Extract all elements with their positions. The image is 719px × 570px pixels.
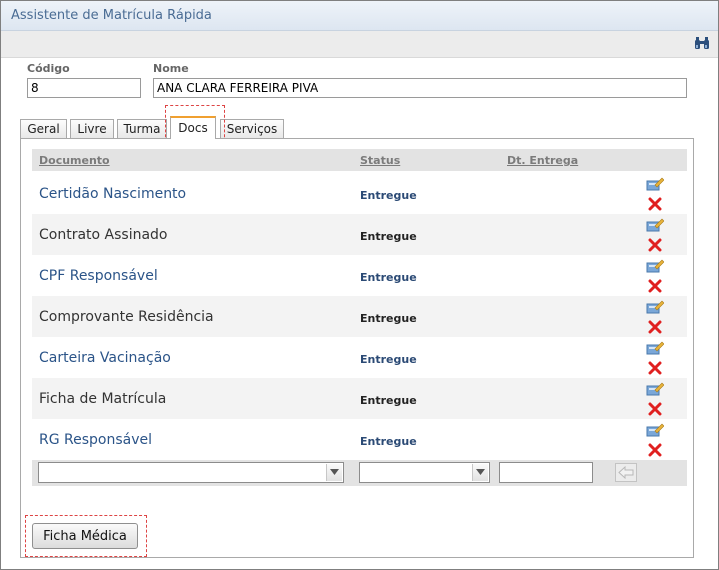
- edit-icon[interactable]: [646, 217, 664, 233]
- table-row: Ficha de Matrícula Entregue: [32, 378, 687, 419]
- dt-entrega-input[interactable]: [499, 462, 593, 483]
- document-status: Entregue: [360, 394, 417, 407]
- status-select[interactable]: [359, 462, 490, 483]
- add-document-row: [32, 460, 687, 486]
- edit-icon[interactable]: [646, 299, 664, 315]
- table-row: Contrato Assinado Entregue: [32, 214, 687, 255]
- table-row: RG Responsável Entregue: [32, 419, 687, 460]
- binoculars-icon[interactable]: [694, 36, 710, 50]
- tab-docs[interactable]: Docs: [170, 116, 216, 139]
- table-row: Certidão Nascimento Entregue: [32, 173, 687, 214]
- edit-icon[interactable]: [646, 176, 664, 192]
- delete-icon[interactable]: [648, 279, 662, 293]
- nome-field[interactable]: ANA CLARA FERREIRA PIVA: [153, 78, 687, 98]
- delete-icon[interactable]: [648, 443, 662, 457]
- document-status: Entregue: [360, 230, 417, 243]
- document-name[interactable]: CPF Responsável: [39, 268, 158, 284]
- table-row: Comprovante Residência Entregue: [32, 296, 687, 337]
- toolbar: [1, 31, 718, 58]
- app-window: Assistente de Matrícula Rápida Código 8 …: [0, 0, 719, 570]
- delete-icon[interactable]: [648, 320, 662, 334]
- window-title: Assistente de Matrícula Rápida: [11, 8, 212, 23]
- codigo-field[interactable]: 8: [27, 78, 141, 98]
- document-select[interactable]: [38, 462, 344, 483]
- edit-icon[interactable]: [646, 422, 664, 438]
- tab-livre[interactable]: Livre: [70, 119, 114, 138]
- codigo-label: Código: [27, 62, 70, 75]
- delete-icon[interactable]: [648, 402, 662, 416]
- document-status: Entregue: [360, 353, 417, 366]
- table-row: Carteira Vacinação Entregue: [32, 337, 687, 378]
- document-status: Entregue: [360, 312, 417, 325]
- header-documento[interactable]: Documento: [39, 154, 110, 167]
- document-name: Ficha de Matrícula: [39, 391, 167, 407]
- document-name: Comprovante Residência: [39, 309, 214, 325]
- table-row: CPF Responsável Entregue: [32, 255, 687, 296]
- document-status: Entregue: [360, 271, 417, 284]
- edit-icon[interactable]: [646, 381, 664, 397]
- delete-icon[interactable]: [648, 361, 662, 375]
- add-document-button[interactable]: [615, 463, 637, 482]
- document-name[interactable]: Certidão Nascimento: [39, 186, 186, 202]
- chevron-down-icon[interactable]: [472, 464, 488, 481]
- tab-turma[interactable]: Turma: [117, 119, 167, 138]
- header-dt-entrega[interactable]: Dt. Entrega: [507, 154, 578, 167]
- chevron-down-icon[interactable]: [326, 464, 342, 481]
- edit-icon[interactable]: [646, 340, 664, 356]
- delete-icon[interactable]: [648, 238, 662, 252]
- delete-icon[interactable]: [648, 197, 662, 211]
- nome-label: Nome: [153, 62, 189, 75]
- docs-panel: Documento Status Dt. Entrega Certidão Na…: [20, 138, 694, 558]
- document-name: Contrato Assinado: [39, 227, 168, 243]
- ficha-medica-button[interactable]: Ficha Médica: [32, 523, 138, 549]
- tab-servicos[interactable]: Serviços: [220, 119, 284, 138]
- tab-geral[interactable]: Geral: [20, 119, 67, 138]
- edit-icon[interactable]: [646, 258, 664, 274]
- title-bar: Assistente de Matrícula Rápida: [1, 1, 718, 31]
- document-status: Entregue: [360, 435, 417, 448]
- document-name[interactable]: Carteira Vacinação: [39, 350, 171, 366]
- document-status: Entregue: [360, 189, 417, 202]
- document-name[interactable]: RG Responsável: [39, 432, 152, 448]
- header-status[interactable]: Status: [360, 154, 400, 167]
- table-header: Documento Status Dt. Entrega: [32, 149, 687, 171]
- arrow-left-icon: [618, 465, 634, 480]
